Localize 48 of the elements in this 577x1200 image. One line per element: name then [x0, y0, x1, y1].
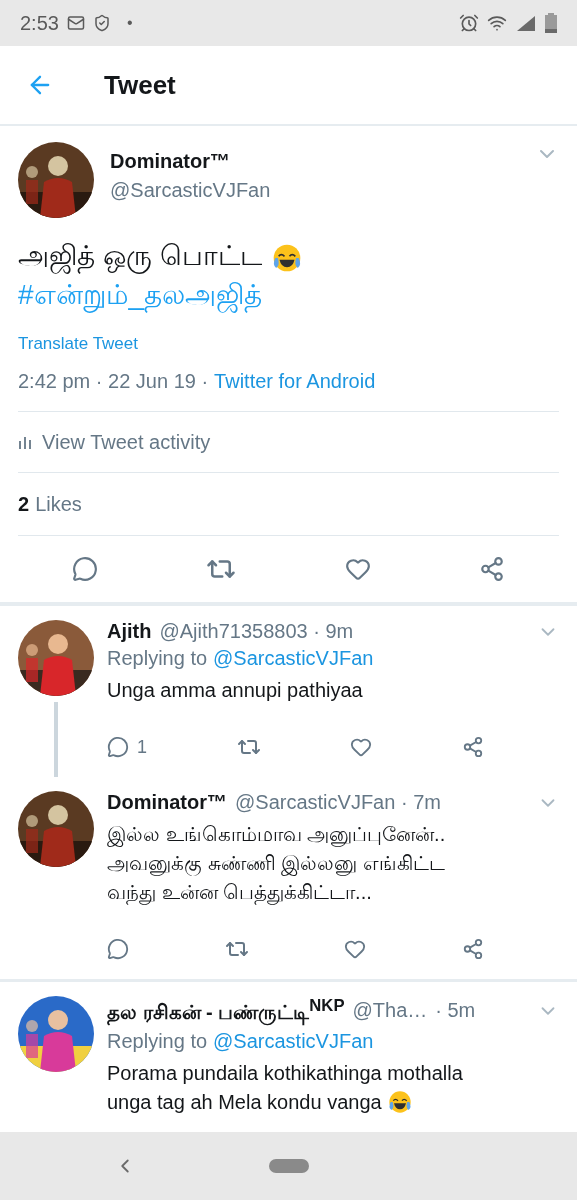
mention-link[interactable]: @SarcasticVJFan [213, 1029, 374, 1053]
page-title: Tweet [104, 69, 176, 101]
notification-dot: • [126, 14, 133, 32]
signal-icon [515, 14, 537, 32]
translate-link[interactable]: Translate Tweet [18, 334, 138, 354]
share-icon [462, 736, 484, 758]
tweet-activity-link[interactable]: View Tweet activity [18, 412, 559, 473]
reply-text-line: அவனுக்கு சுண்ணி இல்லனு எங்கிட்ட [107, 851, 445, 878]
mention-link[interactable]: @SarcasticVJFan [213, 647, 374, 670]
reply-text-line: Unga amma annupi pathiyaa [107, 678, 363, 703]
author-name[interactable]: Dominator™ [110, 150, 519, 173]
author-handle[interactable]: @SarcasticVJFan [110, 179, 519, 202]
speech-bubble-icon [72, 556, 99, 582]
source-link[interactable]: Twitter for Android [214, 370, 376, 393]
reply-author-name[interactable]: தல ரசிகன் - பண்ருட்டி$^{NKP}$ [107, 996, 345, 1026]
reply-author-name[interactable]: Dominator™ [107, 791, 227, 814]
home-pill[interactable] [268, 1159, 309, 1173]
reply-author-handle[interactable]: @SarcasticVJFan · 7m [235, 791, 441, 814]
likes-count: 2 [18, 492, 30, 516]
alarm-icon [459, 13, 479, 33]
reply-author-handle[interactable]: @Tha… [352, 999, 428, 1023]
reply-author-name[interactable]: Ajith [107, 620, 152, 643]
reply-time: · 5m [435, 999, 476, 1023]
likes-label[interactable]: Likes [35, 492, 82, 516]
wifi-icon [487, 13, 507, 33]
clock-time: 2:53 [20, 11, 59, 35]
mail-icon [66, 14, 85, 32]
reply-text-line: வந்து உன்ன பெத்துக்கிட்டா... [107, 880, 372, 907]
hashtag-link[interactable]: #என்றும்_தலஅஜித் [18, 279, 559, 314]
heart-icon [350, 736, 373, 758]
tweet-timestamp: 2:42 pm · 22 Jun 19 · [18, 370, 209, 393]
reply-button[interactable]: 1 [103, 731, 151, 763]
speech-bubble-icon [107, 938, 129, 960]
speech-bubble-icon [107, 736, 129, 758]
replying-label: Replying to [107, 647, 208, 670]
heart-icon [344, 556, 371, 582]
bar-chart-icon [18, 435, 32, 449]
reply-text-line: Porama pundaila kothikathinga mothalla [107, 1060, 463, 1086]
heart-icon [344, 938, 367, 960]
tweet-text: அஜித் ஒரு பொட்ட [18, 240, 262, 275]
reply-text-line: unga tag ah Mela kondu vanga [107, 1089, 382, 1115]
reply-author-handle[interactable]: @Ajith71358803 · 9m [159, 620, 354, 643]
share-icon [461, 938, 484, 960]
reply-text-line: இல்ல உங்கொம்மாவ அனுப்புனேன்.. [107, 822, 446, 849]
shield-icon [92, 14, 111, 32]
battery-icon [545, 13, 557, 33]
replying-label: Replying to [107, 1029, 208, 1053]
share-icon [478, 556, 505, 582]
